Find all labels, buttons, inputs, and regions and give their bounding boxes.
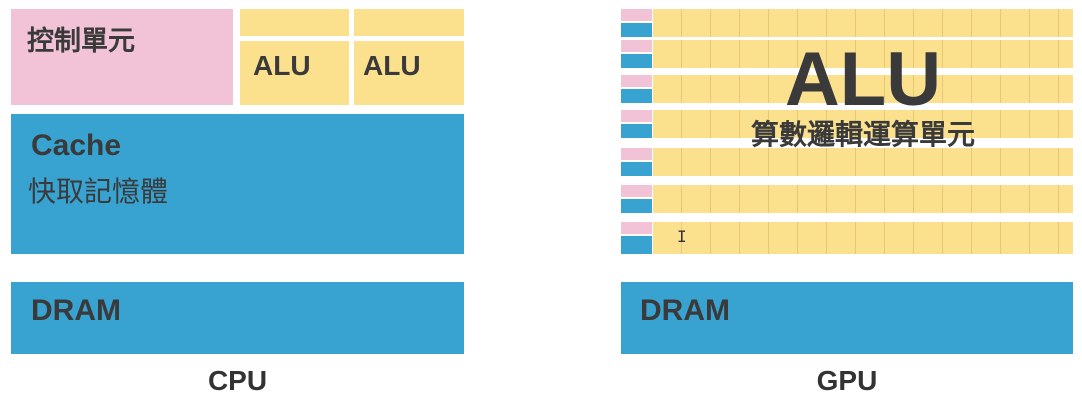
cpu-caption: CPU (207, 365, 268, 396)
gpu-row-control (621, 185, 652, 197)
gpu-row-cache (621, 89, 652, 103)
gpu-row-control (621, 148, 652, 160)
gpu-row-cache (621, 23, 652, 37)
gpu-alu-title: ALU (784, 37, 942, 122)
cpu-alu-1: ALU (240, 41, 349, 105)
cpu-control-label: 控制單元 (27, 26, 135, 57)
gpu-row-cache (621, 124, 652, 138)
gpu-row-cache (621, 236, 652, 254)
gpu-alu-subtitle: 算數邏輯運算單元 (750, 118, 975, 151)
gpu-row-control (621, 110, 652, 122)
cpu-dram-label: DRAM (31, 294, 121, 327)
gpu-row-control (621, 40, 652, 52)
cpu-alu-top-strip-2 (354, 9, 464, 36)
gpu-row (621, 185, 1073, 213)
gpu-row-cache (621, 162, 652, 176)
gpu-row (621, 9, 1073, 37)
cpu-cache-label-zh: 快取記憶體 (28, 175, 169, 208)
gpu-row-alus (653, 222, 1073, 254)
gpu-dram: DRAM (621, 282, 1073, 354)
cpu-alu-1-label: ALU (253, 50, 311, 81)
gpu-row-cache (621, 54, 652, 68)
gpu-row-alus (653, 185, 1073, 213)
gpu-row-control (621, 9, 652, 21)
cpu-alu-2: ALU (354, 41, 464, 105)
cpu-control-unit: 控制單元 (11, 9, 233, 105)
gpu-row (621, 222, 1073, 254)
cpu-alu-top-strip-1 (240, 9, 349, 36)
gpu-dram-label: DRAM (640, 294, 730, 327)
gpu-row-cache (621, 199, 652, 213)
cpu-cache: Cache 快取記憶體 (11, 114, 464, 254)
gpu-caption: GPU (816, 365, 878, 396)
cpu-alu-2-label: ALU (363, 50, 421, 81)
cpu-cache-label-en: Cache (31, 129, 122, 162)
text-cursor-icon: I (677, 227, 687, 246)
gpu-row-control (621, 222, 652, 234)
gpu-row-control (621, 75, 652, 87)
cpu-dram: DRAM (11, 282, 464, 354)
gpu-row-alus (653, 9, 1073, 37)
